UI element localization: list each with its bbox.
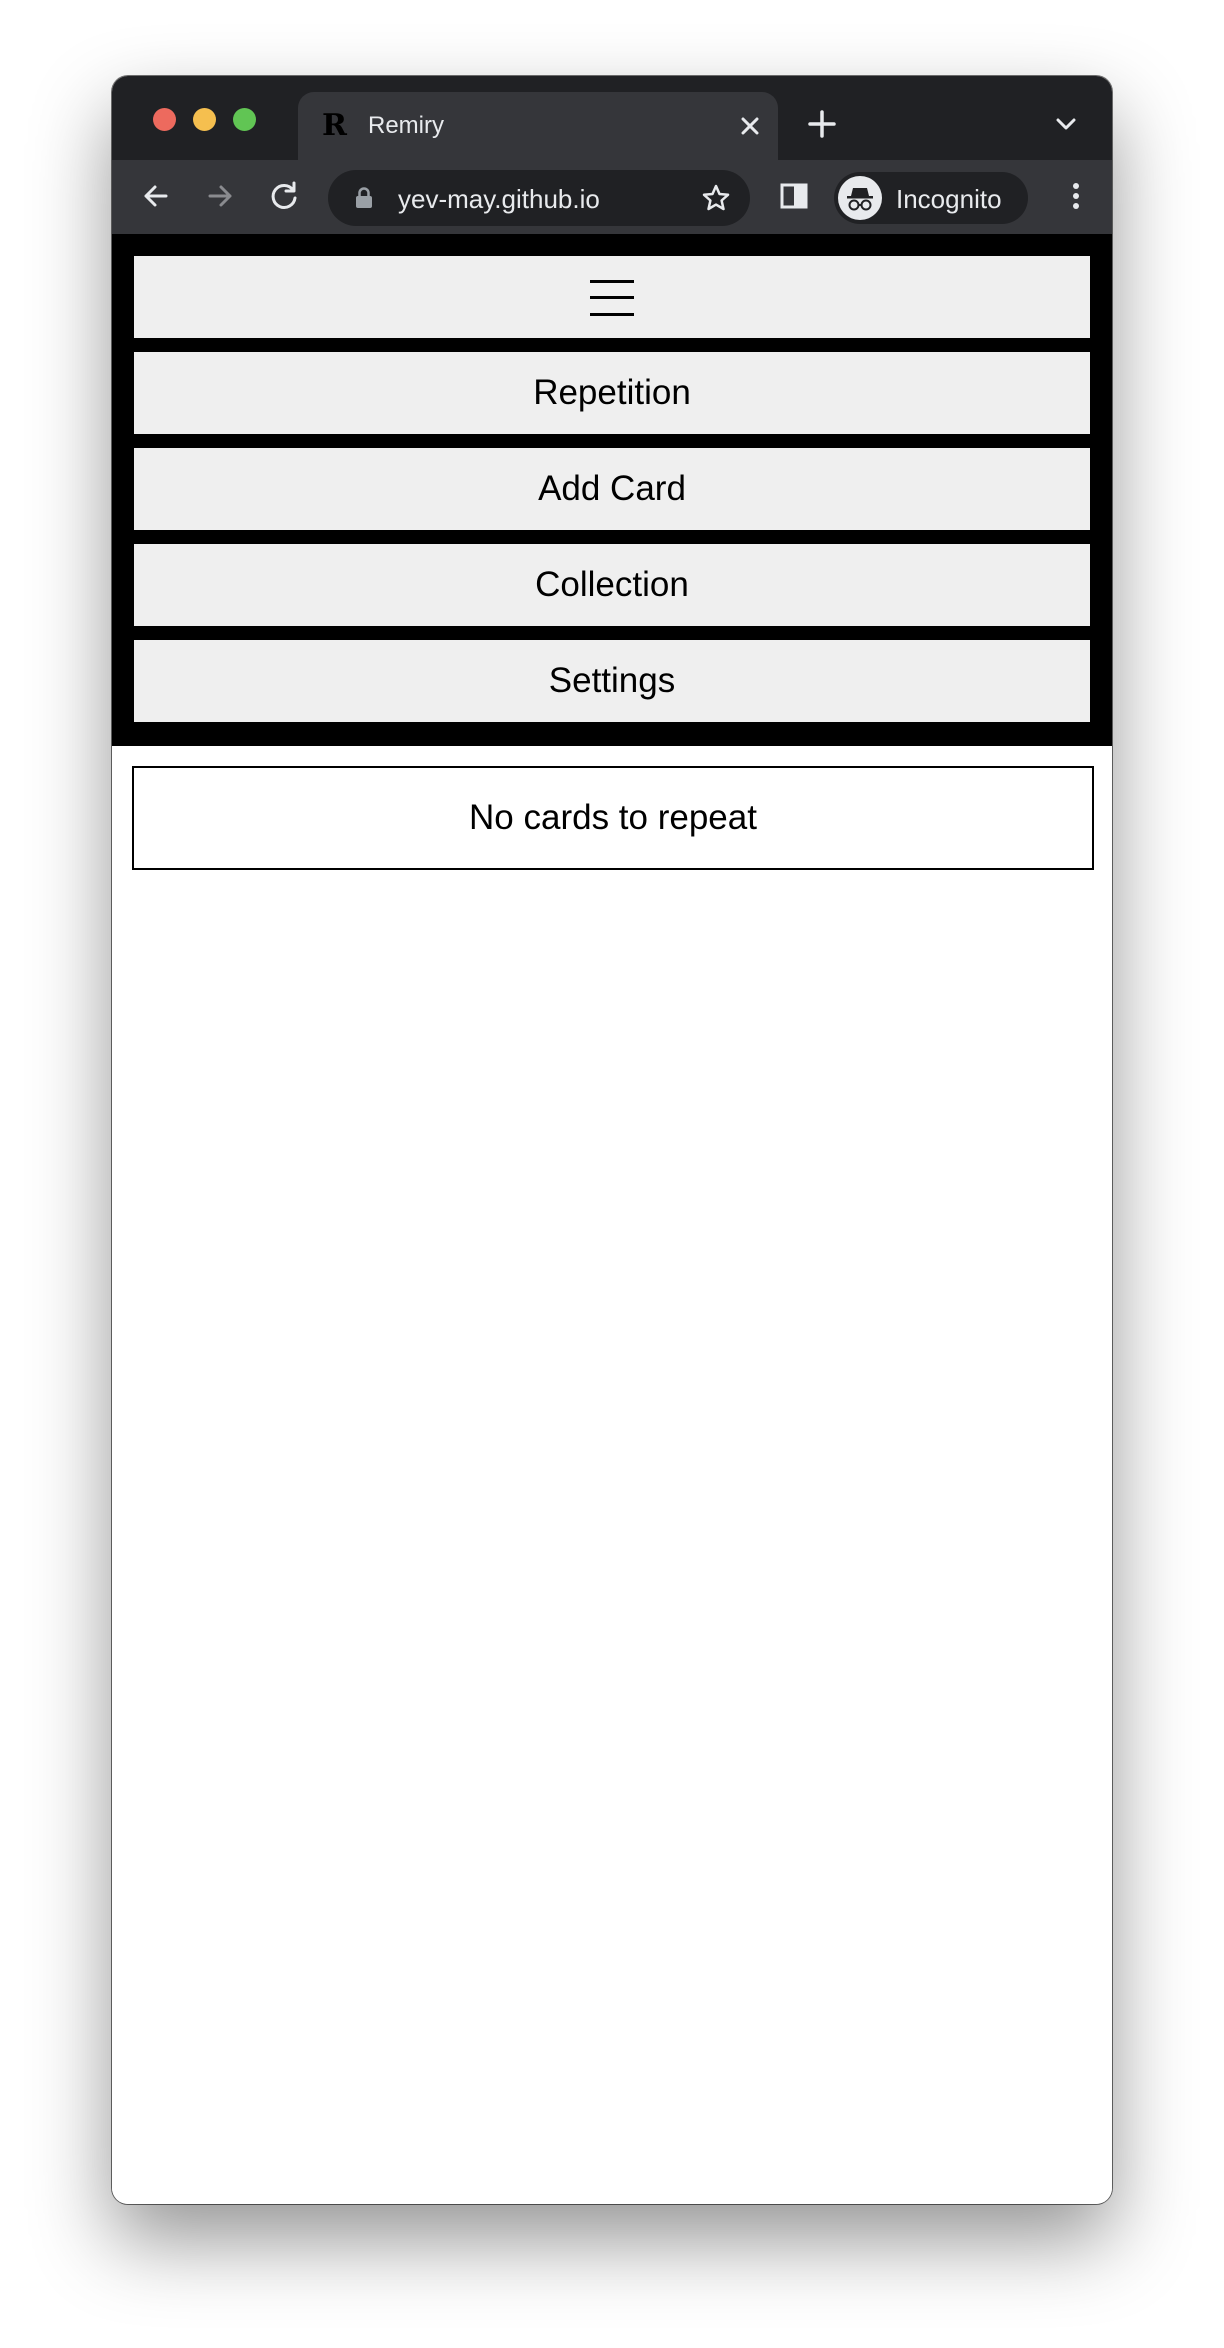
tab-search-button[interactable] [1052, 110, 1080, 138]
incognito-avatar [838, 176, 882, 220]
incognito-label: Incognito [896, 184, 1002, 214]
incognito-profile-button[interactable]: Incognito [834, 172, 1028, 224]
reload-icon [271, 181, 297, 209]
chevron-down-icon [1056, 118, 1076, 130]
minimize-window-button[interactable] [193, 108, 216, 131]
new-tab-button[interactable] [802, 104, 842, 144]
empty-state-message: No cards to repeat [132, 766, 1094, 870]
tab-favicon-icon: R [322, 108, 347, 143]
side-panel-button[interactable] [776, 178, 812, 214]
tab-close-button[interactable] [734, 110, 766, 142]
tab-title: Remiry [368, 112, 444, 139]
close-icon [741, 117, 759, 135]
forward-button[interactable] [202, 178, 238, 214]
browser-window: R Remiry yev-may.github.io Incognito Rep… [112, 76, 1112, 2204]
page-content: Repetition Add Card Collection Settings … [112, 234, 1112, 2204]
reload-button[interactable] [266, 178, 302, 214]
star-icon [702, 184, 730, 211]
browser-toolbar: yev-may.github.io Incognito [112, 160, 1112, 236]
url-text: yev-may.github.io [398, 184, 600, 214]
active-tab[interactable]: R Remiry [298, 92, 778, 160]
tab-strip: R Remiry [112, 76, 1112, 160]
hamburger-menu-icon [590, 280, 634, 316]
plus-icon [808, 110, 836, 138]
side-panel-icon [780, 183, 808, 209]
browser-menu-button[interactable] [1058, 178, 1094, 214]
back-button[interactable] [138, 178, 174, 214]
close-window-button[interactable] [153, 108, 176, 131]
nav-settings-button[interactable]: Settings [134, 640, 1090, 722]
lock-icon [356, 187, 372, 208]
bookmark-button[interactable] [700, 182, 732, 214]
incognito-icon [847, 188, 873, 211]
forward-arrow-icon [208, 185, 232, 207]
nav-add-card-button[interactable]: Add Card [134, 448, 1090, 530]
nav-collection-button[interactable]: Collection [134, 544, 1090, 626]
menu-toggle-button[interactable] [134, 256, 1090, 338]
maximize-window-button[interactable] [233, 108, 256, 131]
address-bar[interactable]: yev-may.github.io [328, 170, 750, 226]
main-navigation: Repetition Add Card Collection Settings [112, 234, 1112, 746]
back-arrow-icon [144, 185, 168, 207]
nav-repetition-button[interactable]: Repetition [134, 352, 1090, 434]
more-vertical-icon [1073, 183, 1079, 209]
